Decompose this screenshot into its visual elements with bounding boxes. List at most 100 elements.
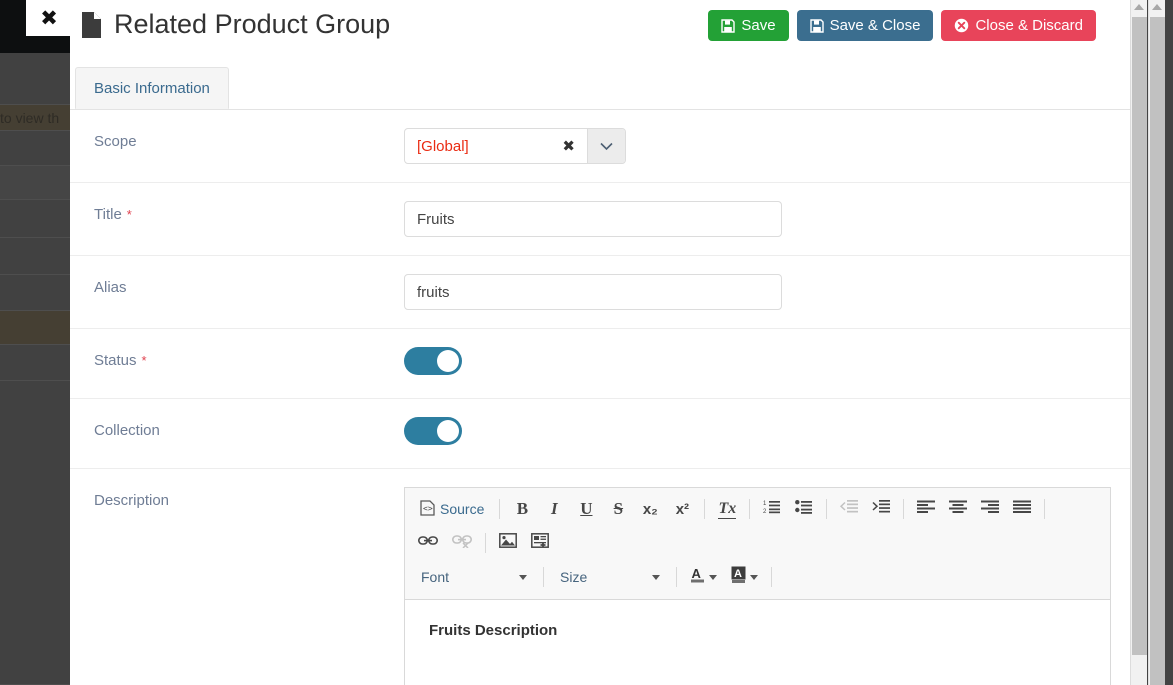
scope-clear-icon[interactable]: ✖ — [556, 129, 587, 163]
align-justify-button[interactable] — [1007, 495, 1037, 523]
save-button-label: Save — [741, 17, 776, 34]
page-title-text: Related Product Group — [114, 9, 391, 39]
toolbar-separator — [499, 499, 501, 519]
toolbar-separator — [749, 499, 751, 519]
svg-text:A: A — [692, 566, 702, 581]
close-and-discard-button[interactable]: Close & Discard — [941, 10, 1096, 41]
size-select-label: Size — [560, 569, 588, 585]
status-label-text: Status — [94, 352, 137, 369]
save-button[interactable]: Save — [708, 10, 789, 41]
modal-scrollbar-thumb[interactable] — [1132, 17, 1147, 655]
strikethrough-icon: S — [613, 499, 624, 518]
title-label: Title * — [94, 201, 404, 223]
scroll-up-arrow-icon[interactable] — [1152, 4, 1162, 10]
chevron-down-icon — [750, 574, 758, 580]
status-control — [404, 347, 1130, 380]
alias-input[interactable] — [404, 274, 782, 310]
tab-basic-information-label: Basic Information — [94, 80, 210, 97]
basic-information-form: Scope [Global] ✖ Title * Fruits Alias fr… — [70, 110, 1130, 685]
collection-toggle[interactable] — [404, 417, 462, 445]
background-partial-text: to view th — [0, 110, 60, 126]
chevron-down-icon[interactable] — [587, 129, 625, 163]
background-row — [0, 381, 72, 685]
indent-button[interactable] — [866, 495, 896, 523]
scope-select[interactable]: [Global] ✖ — [404, 128, 626, 164]
description-label-text: Description — [94, 492, 170, 509]
align-left-icon — [917, 500, 936, 519]
bold-icon: B — [516, 499, 529, 518]
numbered-list-icon: 12 — [763, 499, 781, 519]
chevron-down-icon — [709, 574, 717, 580]
bold-button[interactable]: B — [507, 495, 537, 523]
page-scrollbar-thumb[interactable] — [1150, 17, 1165, 685]
underline-button[interactable]: U — [571, 495, 601, 523]
page-scrollbar[interactable] — [1148, 0, 1165, 685]
save-and-close-button-label: Save & Close — [829, 17, 921, 34]
svg-text:1: 1 — [763, 501, 767, 507]
svg-text:2: 2 — [763, 509, 767, 514]
background-color-icon: A — [731, 566, 747, 589]
align-right-button[interactable] — [975, 495, 1005, 523]
editor-toolbar: <> Source B I U S x₂ x² Tx 1 2 Font Size… — [405, 488, 1110, 600]
background-row — [0, 200, 72, 238]
floppy-disk-icon — [721, 18, 736, 33]
outdent-button[interactable] — [834, 495, 864, 523]
editor-content-area[interactable]: Fruits Description — [405, 600, 1110, 685]
modal-scrollbar[interactable] — [1130, 0, 1147, 685]
tab-basic-information[interactable]: Basic Information — [75, 67, 229, 109]
superscript-button[interactable]: x² — [667, 495, 697, 523]
collection-control — [404, 417, 1130, 450]
scope-control: [Global] ✖ — [404, 128, 1130, 164]
form-row-alias: Alias — [70, 256, 1130, 329]
collection-label: Collection — [94, 417, 404, 439]
chevron-down-icon — [652, 574, 660, 580]
font-select[interactable]: Font — [412, 563, 536, 591]
source-button[interactable]: <> Source — [412, 495, 492, 523]
image-icon — [499, 533, 517, 553]
form-row-status: Status * — [70, 329, 1130, 399]
form-row-collection: Collection — [70, 399, 1130, 469]
underline-icon: U — [580, 499, 593, 518]
form-row-scope: Scope [Global] ✖ — [70, 110, 1130, 183]
template-button[interactable] — [525, 529, 555, 557]
floppy-disk-icon — [809, 18, 824, 33]
image-button[interactable] — [493, 529, 523, 557]
chevron-down-icon — [519, 574, 527, 580]
title-required-marker: * — [126, 207, 132, 222]
remove-format-button[interactable]: Tx — [712, 495, 742, 523]
editor-toolbar-row: Font Size A A — [411, 560, 1104, 594]
scope-label-text: Scope — [94, 133, 137, 150]
align-center-button[interactable] — [943, 495, 973, 523]
text-color-button[interactable]: A — [684, 563, 723, 591]
subscript-button[interactable]: x₂ — [635, 495, 665, 523]
alias-label-text: Alias — [94, 279, 127, 296]
title-control — [404, 201, 1130, 237]
toolbar-separator — [903, 499, 905, 519]
title-label-text: Title — [94, 206, 122, 223]
rich-text-editor: <> Source B I U S x₂ x² Tx 1 2 Font Size… — [404, 487, 1111, 685]
background-color-button[interactable]: A — [725, 563, 764, 591]
unlink-button[interactable] — [446, 529, 478, 557]
description-control: <> Source B I U S x₂ x² Tx 1 2 Font Size… — [404, 487, 1130, 685]
bulleted-list-button[interactable] — [789, 495, 819, 523]
italic-icon: I — [551, 499, 558, 518]
align-justify-icon — [1013, 500, 1032, 519]
size-select[interactable]: Size — [551, 563, 669, 591]
x-circle-icon — [954, 18, 969, 33]
strikethrough-button[interactable]: S — [603, 495, 633, 523]
alias-label: Alias — [94, 274, 404, 296]
save-and-close-button[interactable]: Save & Close — [796, 10, 934, 41]
status-toggle[interactable] — [404, 347, 462, 375]
scope-label: Scope — [94, 128, 404, 150]
superscript-icon: x² — [675, 500, 690, 518]
background-row-highlighted — [0, 311, 72, 345]
toolbar-separator — [676, 567, 677, 587]
link-button[interactable] — [412, 529, 444, 557]
title-input[interactable] — [404, 201, 782, 237]
form-row-description: Description <> Source B I U S x₂ x² Tx 1… — [70, 469, 1130, 685]
italic-button[interactable]: I — [539, 495, 569, 523]
scroll-up-arrow-icon[interactable] — [1134, 4, 1144, 10]
close-overlay-button[interactable]: ✖ — [26, 0, 72, 36]
align-left-button[interactable] — [911, 495, 941, 523]
numbered-list-button[interactable]: 12 — [757, 495, 787, 523]
